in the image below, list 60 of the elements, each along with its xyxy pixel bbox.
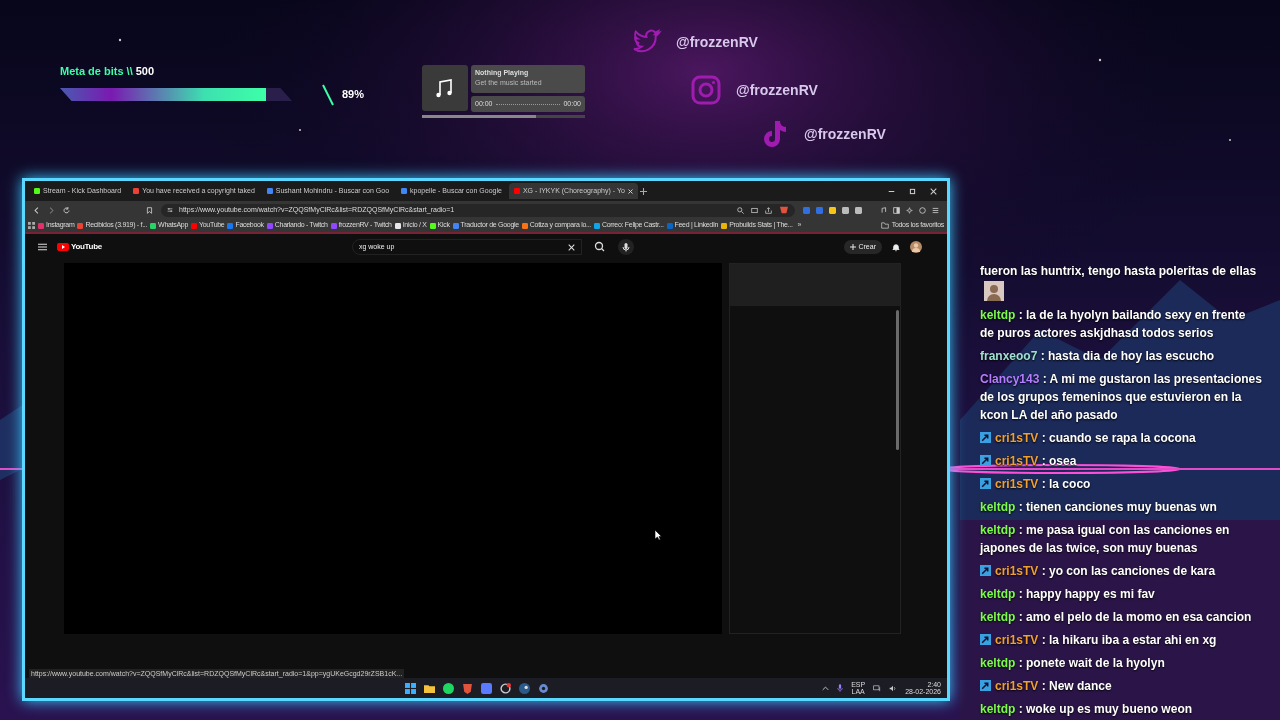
chat-message: keltdp : happy happy es mi fav [980,587,1155,601]
square-icon[interactable] [481,682,492,694]
back-icon[interactable] [33,206,40,214]
site-settings-icon[interactable] [167,207,173,213]
windows-icon[interactable] [405,682,416,694]
zoom-icon[interactable] [737,206,744,214]
chat-message: Clancy143 : A mi me gustaron las presentaciones de los grupos femeninos que estuvieron en la kcon LA del año pasado [980,372,1262,422]
caret-icon[interactable] [822,684,830,692]
slash-icon [322,83,334,106]
shield-icon[interactable] [779,206,789,214]
close-icon[interactable] [627,188,633,194]
chat-message: keltdp : woke up es muy bueno weon [980,702,1193,716]
social-handle: @frozzenRV [804,124,886,144]
sparkle-icon[interactable] [906,206,913,214]
social-handle: @frozzenRV [736,80,818,100]
goal-label: Meta de bits \\ [60,64,133,79]
instagram-icon [690,74,722,106]
microphone-icon[interactable] [617,239,634,255]
chat-message: keltdp : me pasa igual con las canciones en japones de las twice, son muy buenas [980,523,1230,555]
gear-icon[interactable] [538,682,549,694]
bell-icon[interactable] [892,242,900,252]
circle-icon[interactable] [443,682,454,694]
share-icon[interactable] [765,206,772,214]
speaker-icon[interactable] [889,684,898,692]
screen-icon[interactable] [751,206,758,214]
chat-message: cri1sTV : la hikaru iba a estar ahi en xg [995,633,1217,647]
menu-icon[interactable] [38,243,47,251]
menu-icon[interactable] [932,206,939,214]
chat-message: cri1sTV : cuando se rapa la cocona [995,431,1196,445]
chat-message: keltdp : amo el pelo de la momo en esa cancion [980,610,1252,624]
folder-icon[interactable] [424,682,435,694]
goal-value: 500 [135,64,155,79]
chat-message: keltdp : ponete wait de la hyolyn [980,656,1165,670]
restore-icon[interactable] [909,187,916,195]
close-icon[interactable] [930,187,937,195]
play-icon [57,243,69,251]
shield-icon[interactable] [462,682,473,694]
circle-icon[interactable] [500,682,511,694]
chat-message: cri1sTV : la coco [995,477,1091,491]
network-icon[interactable] [873,684,882,692]
plus-icon[interactable] [639,187,647,195]
avatar-icon[interactable] [910,241,922,253]
chat-message: cri1sTV : yo con las canciones de kara [995,564,1216,578]
apps-icon[interactable] [28,222,35,229]
sidebar-icon[interactable] [893,206,900,214]
chat-message: fueron las huntrix, tengo hasta poleritas de ellas [980,264,1257,278]
social-handle: @frozzenRV [676,32,758,52]
chat-message: cri1sTV : New dance [995,679,1112,693]
goal-percent: 89% [342,87,365,103]
chat-message: keltdp : tienen canciones muy buenas wn [980,500,1217,514]
bookmark-icon[interactable] [146,206,153,214]
folder-icon [880,222,889,229]
plus-icon [850,244,857,250]
chat-message: keltdp : la de la hyolyn bailando sexy en frente de puros actores askjdhasd todos serios [980,308,1246,340]
cursor-icon [654,529,662,541]
clear-icon[interactable] [567,243,575,251]
reload-icon[interactable] [63,206,70,214]
youtube-logo[interactable]: YouTube [57,241,102,253]
chat-message: franxeoo7 : hasta dia de hoy las escucho [980,349,1215,363]
scrollbar-thumb[interactable] [896,310,899,450]
